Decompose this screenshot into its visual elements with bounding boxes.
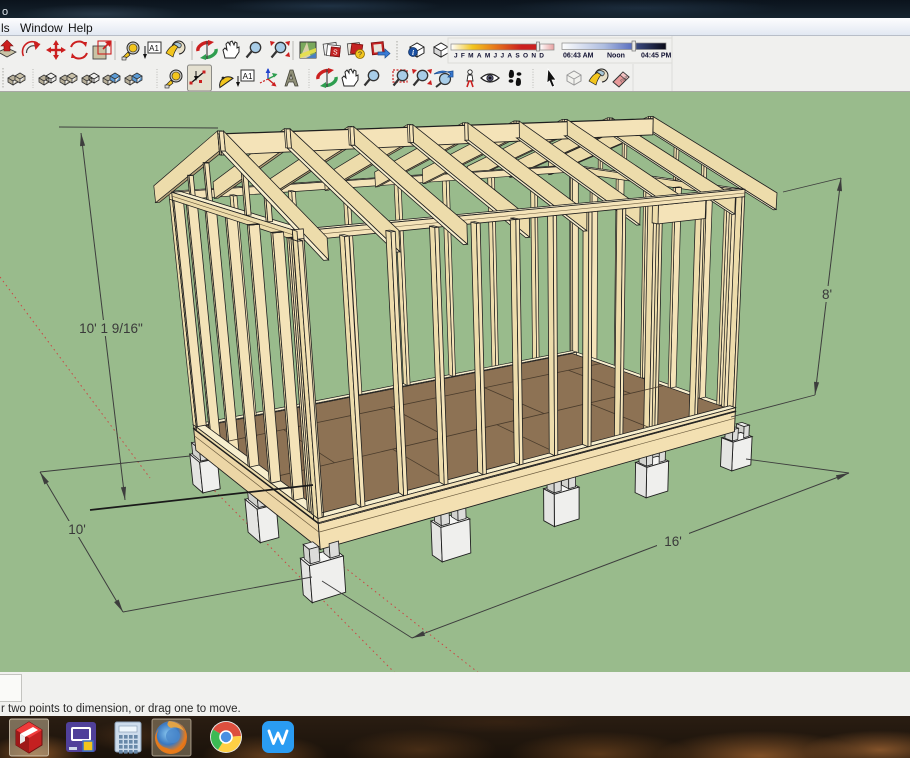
svg-text:10' 1 9/16": 10' 1 9/16" bbox=[79, 321, 143, 336]
svg-text:Noon: Noon bbox=[607, 53, 625, 60]
svg-text:04:45 PM: 04:45 PM bbox=[641, 53, 672, 60]
svg-text:10': 10' bbox=[68, 522, 86, 537]
svg-text:JFMAMJJASOND: JFMAMJJASOND bbox=[454, 53, 548, 60]
svg-text:A1: A1 bbox=[243, 72, 253, 81]
svg-text:?: ? bbox=[358, 52, 362, 59]
svg-text:A1: A1 bbox=[149, 44, 159, 53]
svg-text:8': 8' bbox=[822, 287, 832, 302]
svg-text:06:43 AM: 06:43 AM bbox=[563, 53, 594, 60]
svg-text:16': 16' bbox=[664, 534, 682, 549]
